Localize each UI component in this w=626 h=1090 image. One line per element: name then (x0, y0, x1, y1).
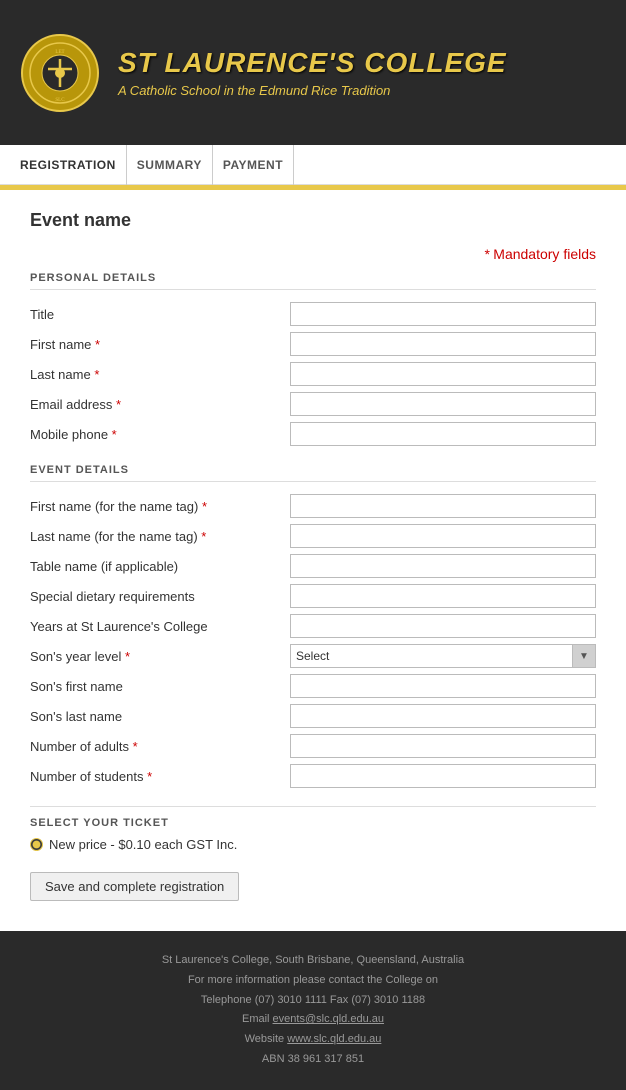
son-first-name-input[interactable] (290, 674, 596, 698)
main-content: Event name * Mandatory fields PERSONAL D… (0, 190, 626, 931)
event-details-section-title: EVENT DETAILS (30, 464, 596, 482)
ticket-option-label: New price - $0.10 each GST Inc. (49, 837, 237, 852)
son-first-name-label: Son's first name (30, 679, 290, 694)
school-tagline: A Catholic School in the Edmund Rice Tra… (118, 83, 507, 98)
mobile-req: * (112, 427, 117, 442)
mobile-label: Mobile phone * (30, 427, 290, 442)
son-year-select-wrapper: Select ▼ (290, 644, 596, 668)
title-row: Title (30, 302, 596, 326)
son-last-name-input[interactable] (290, 704, 596, 728)
title-label: Title (30, 307, 290, 322)
ticket-section-title: SELECT YOUR TICKET (30, 817, 596, 829)
header-text: ST LAURENCE'S COLLEGE A Catholic School … (118, 47, 507, 98)
ticket-option: New price - $0.10 each GST Inc. (30, 837, 596, 852)
first-name-req: * (95, 337, 100, 352)
num-students-label: Number of students * (30, 769, 290, 784)
event-last-name-input[interactable] (290, 524, 596, 548)
event-first-name-row: First name (for the name tag) * (30, 494, 596, 518)
num-students-row: Number of students * (30, 764, 596, 788)
footer-website-link[interactable]: www.slc.qld.edu.au (287, 1033, 381, 1045)
last-name-req: * (94, 367, 99, 382)
school-logo: LET SLC (20, 33, 100, 113)
navigation: REGISTRATION SUMMARY PAYMENT (0, 145, 626, 185)
son-first-name-row: Son's first name (30, 674, 596, 698)
first-name-label: First name * (30, 337, 290, 352)
last-name-label: Last name * (30, 367, 290, 382)
years-input[interactable] (290, 614, 596, 638)
event-first-name-label: First name (for the name tag) * (30, 499, 290, 514)
dietary-row: Special dietary requirements (30, 584, 596, 608)
svg-text:LET: LET (55, 50, 64, 55)
page-title: Event name (30, 210, 596, 231)
table-name-input[interactable] (290, 554, 596, 578)
email-input[interactable] (290, 392, 596, 416)
first-name-row: First name * (30, 332, 596, 356)
last-name-input[interactable] (290, 362, 596, 386)
nav-registration[interactable]: REGISTRATION (20, 145, 127, 185)
footer-line6: ABN 38 961 317 851 (20, 1050, 606, 1070)
event-last-name-label: Last name (for the name tag) * (30, 529, 290, 544)
son-last-name-label: Son's last name (30, 709, 290, 724)
last-name-row: Last name * (30, 362, 596, 386)
table-name-label: Table name (if applicable) (30, 559, 290, 574)
son-year-row: Son's year level * Select ▼ (30, 644, 596, 668)
son-last-name-row: Son's last name (30, 704, 596, 728)
footer-line4: Email events@slc.qld.edu.au (20, 1010, 606, 1030)
son-year-select[interactable]: Select (290, 644, 596, 668)
ticket-section: SELECT YOUR TICKET New price - $0.10 eac… (30, 806, 596, 852)
svg-text:SLC: SLC (55, 98, 65, 103)
son-year-label: Son's year level * (30, 649, 290, 664)
footer: St Laurence's College, South Brisbane, Q… (0, 931, 626, 1090)
email-row: Email address * (30, 392, 596, 416)
num-students-input[interactable] (290, 764, 596, 788)
footer-line5: Website www.slc.qld.edu.au (20, 1030, 606, 1050)
personal-details-section-title: PERSONAL DETAILS (30, 272, 596, 290)
nav-payment[interactable]: PAYMENT (213, 145, 294, 185)
footer-line1: St Laurence's College, South Brisbane, Q… (20, 951, 606, 971)
years-row: Years at St Laurence's College (30, 614, 596, 638)
mandatory-note: * Mandatory fields (30, 246, 596, 262)
email-req: * (116, 397, 121, 412)
footer-line3: Telephone (07) 3010 1111 Fax (07) 3010 1… (20, 991, 606, 1011)
save-button[interactable]: Save and complete registration (30, 872, 239, 901)
dietary-label: Special dietary requirements (30, 589, 290, 604)
years-label: Years at St Laurence's College (30, 619, 290, 634)
num-adults-label: Number of adults * (30, 739, 290, 754)
email-label: Email address * (30, 397, 290, 412)
first-name-input[interactable] (290, 332, 596, 356)
mobile-input[interactable] (290, 422, 596, 446)
num-adults-input[interactable] (290, 734, 596, 758)
ticket-radio[interactable] (30, 838, 43, 851)
event-first-name-input[interactable] (290, 494, 596, 518)
mandatory-asterisk: * (484, 246, 489, 262)
dietary-input[interactable] (290, 584, 596, 608)
footer-line2: For more information please contact the … (20, 971, 606, 991)
school-name: ST LAURENCE'S COLLEGE (118, 47, 507, 79)
nav-summary[interactable]: SUMMARY (127, 145, 213, 185)
table-name-row: Table name (if applicable) (30, 554, 596, 578)
mobile-row: Mobile phone * (30, 422, 596, 446)
footer-email-link[interactable]: events@slc.qld.edu.au (273, 1013, 384, 1025)
event-last-name-row: Last name (for the name tag) * (30, 524, 596, 548)
num-adults-row: Number of adults * (30, 734, 596, 758)
title-input[interactable] (290, 302, 596, 326)
header: LET SLC ST LAURENCE'S COLLEGE A Catholic… (0, 0, 626, 145)
